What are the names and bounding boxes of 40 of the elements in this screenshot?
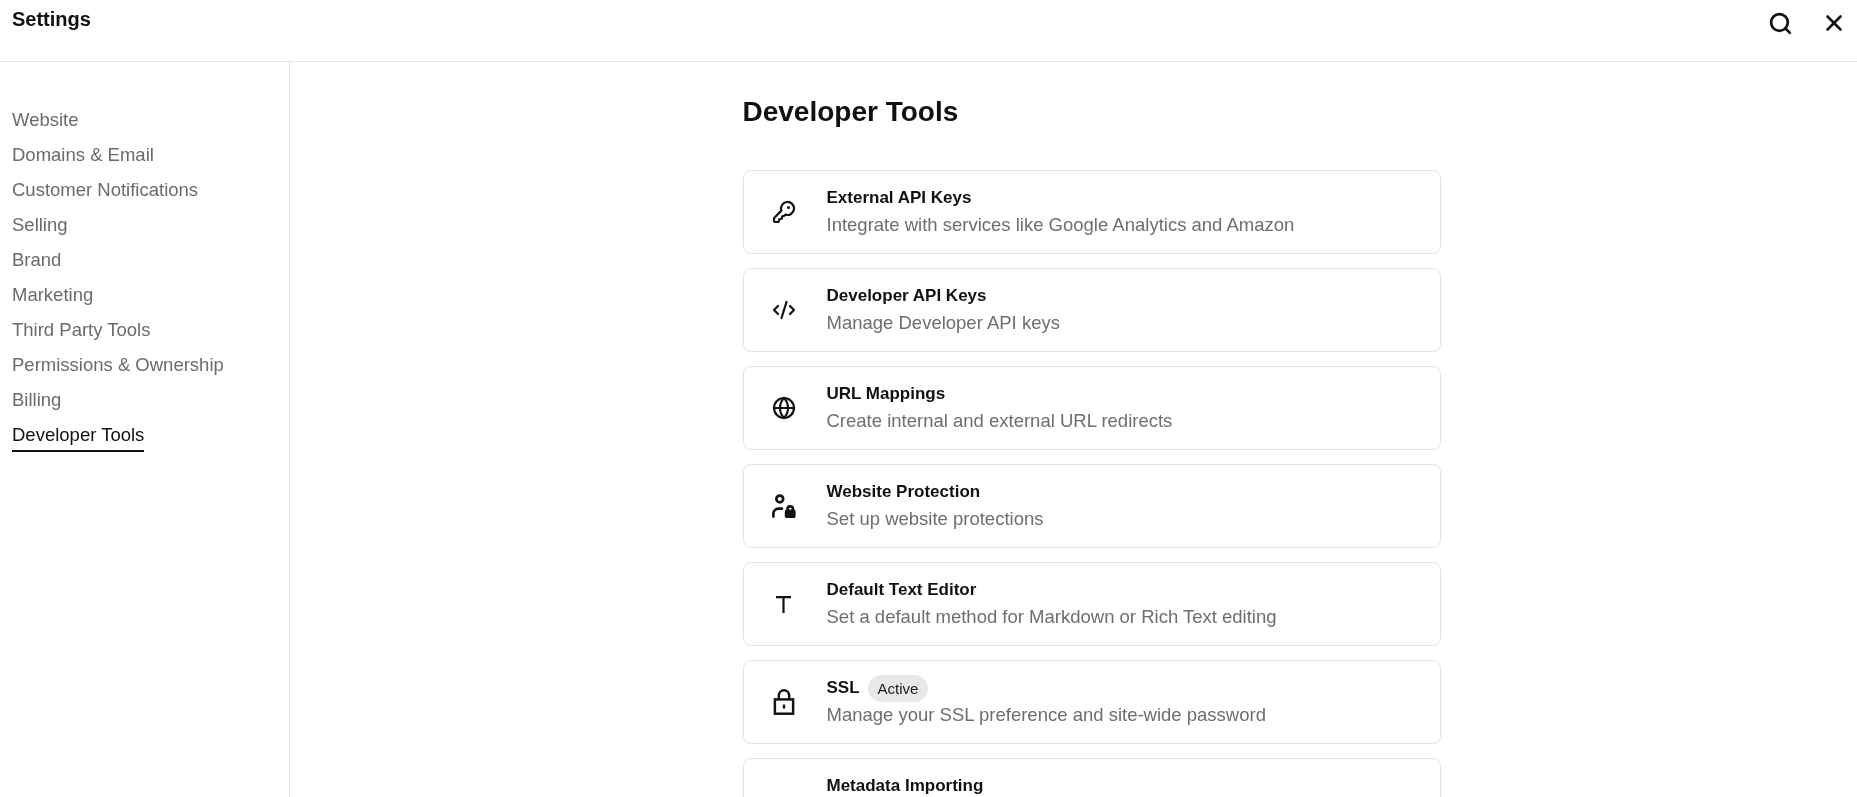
card-title: External API Keys — [826, 188, 972, 208]
card-description: Create internal and external URL redirects — [826, 409, 1173, 433]
search-icon — [1768, 10, 1793, 36]
settings-card[interactable]: Default Text Editor Set a default method for Markdown or Rich Text editing — [742, 562, 1441, 646]
settings-card[interactable]: Metadata Importing — [742, 758, 1441, 797]
window-title: Settings — [12, 7, 91, 31]
card-description: Set up website protections — [826, 507, 1044, 531]
lock-icon — [772, 689, 795, 715]
letter-t-icon — [776, 595, 791, 613]
settings-card[interactable]: SSL Active Manage your SSL preference and site-wide password — [742, 660, 1441, 744]
card-description: Integrate with services like Google Analytics and Amazon — [826, 213, 1295, 237]
sidebar-item[interactable]: Customer Notifications — [12, 179, 199, 201]
card-title: Metadata Importing — [826, 776, 984, 796]
card-title: SSL — [826, 678, 860, 698]
card-title: URL Mappings — [826, 384, 946, 404]
key-icon — [771, 199, 796, 225]
card-description: Set a default method for Markdown or Rich Text editing — [826, 605, 1277, 629]
settings-card[interactable]: URL Mappings Create internal and external URL redirects — [742, 366, 1441, 450]
card-title: Default Text Editor — [826, 580, 977, 600]
sidebar-item[interactable]: Domains & Email — [12, 144, 154, 166]
card-description: Manage Developer API keys — [826, 311, 1060, 335]
sidebar-item[interactable]: Permissions & Ownership — [12, 354, 224, 376]
card-title: Developer API Keys — [826, 286, 987, 306]
settings-card[interactable]: Developer API Keys Manage Developer API keys — [742, 268, 1441, 352]
sidebar-item[interactable]: Marketing — [12, 284, 94, 306]
status-badge: Active — [867, 674, 929, 702]
card-title: Website Protection — [826, 482, 981, 502]
sidebar-item[interactable]: Billing — [12, 389, 62, 411]
settings-card[interactable]: Website Protection Set up website protections — [742, 464, 1441, 548]
sidebar-item[interactable]: Selling — [12, 214, 68, 236]
sidebar-item[interactable]: Third Party Tools — [12, 319, 151, 341]
person-lock-icon — [771, 494, 796, 518]
sidebar-item[interactable]: Brand — [12, 249, 62, 271]
sidebar-item[interactable]: Developer Tools — [12, 424, 145, 452]
sidebar-item[interactable]: Website — [12, 109, 79, 131]
globe-icon — [771, 395, 796, 421]
search-button[interactable] — [1768, 10, 1793, 36]
settings-card[interactable]: External API Keys Integrate with services like Google Analytics and Amazon — [742, 170, 1441, 254]
card-description: Manage your SSL preference and site-wide password — [826, 703, 1266, 727]
page-heading: Developer Tools — [742, 95, 960, 129]
